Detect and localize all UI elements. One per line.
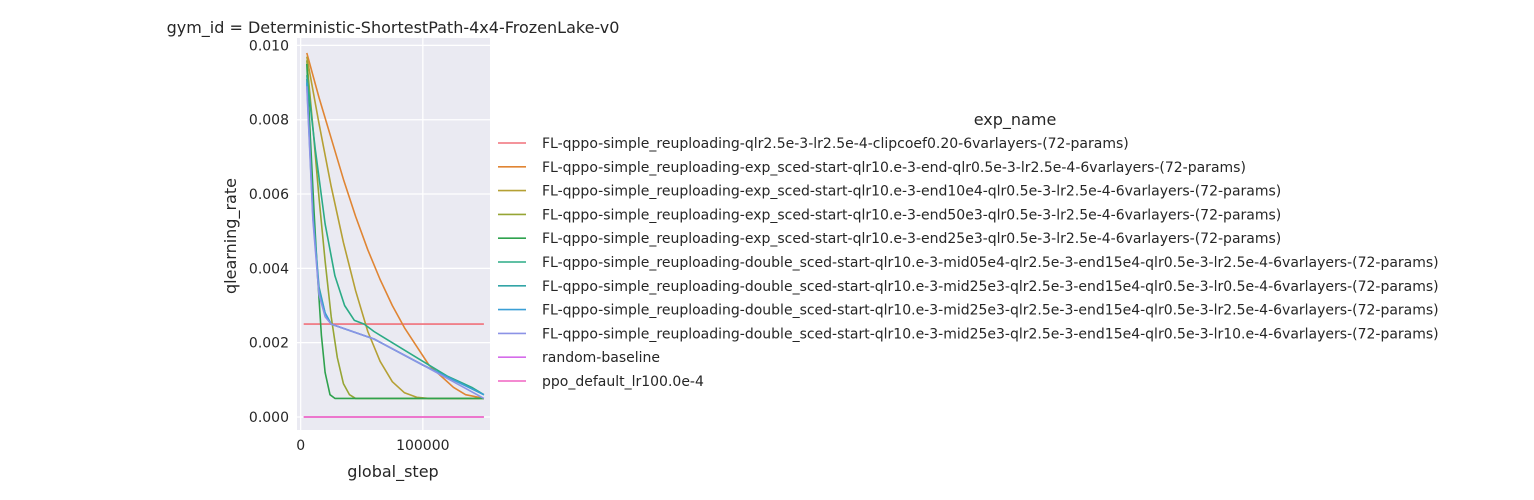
chart-figure: gym_id = Deterministic-ShortestPath-4x4-…	[167, 18, 1439, 482]
x-axis-label: global_step	[347, 462, 438, 482]
legend-label: FL-qppo-simple_reuploading-double_sced-s…	[542, 303, 1439, 319]
y-tick-label: 0.004	[249, 261, 289, 277]
y-tick-label: 0.010	[249, 38, 289, 54]
legend-item: FL-qppo-simple_reuploading-double_sced-s…	[498, 255, 1439, 271]
legend-item: FL-qppo-simple_reuploading-exp_sced-star…	[498, 184, 1281, 200]
legend-label: ppo_default_lr100.0e-4	[542, 374, 704, 390]
y-tick-label: 0.008	[249, 113, 289, 129]
y-tick-label: 0.002	[249, 336, 289, 352]
legend: exp_name FL-qppo-simple_reuploading-qlr2…	[498, 110, 1439, 390]
y-tick-label: 0.000	[249, 410, 289, 426]
y-axis-label: qlearning_rate	[221, 178, 241, 294]
chart-title: gym_id = Deterministic-ShortestPath-4x4-…	[167, 18, 620, 38]
legend-label: FL-qppo-simple_reuploading-qlr2.5e-3-lr2…	[542, 136, 1129, 152]
legend-items: FL-qppo-simple_reuploading-qlr2.5e-3-lr2…	[498, 136, 1439, 390]
legend-label: FL-qppo-simple_reuploading-double_sced-s…	[542, 326, 1439, 342]
legend-label: FL-qppo-simple_reuploading-exp_sced-star…	[542, 184, 1281, 200]
legend-item: FL-qppo-simple_reuploading-exp_sced-star…	[498, 160, 1246, 176]
legend-label: FL-qppo-simple_reuploading-double_sced-s…	[542, 279, 1439, 295]
legend-label: FL-qppo-simple_reuploading-double_sced-s…	[542, 255, 1439, 271]
x-tick-label: 100000	[396, 438, 449, 454]
legend-item: FL-qppo-simple_reuploading-double_sced-s…	[498, 326, 1439, 342]
legend-item: random-baseline	[498, 350, 660, 366]
plot-background	[297, 38, 490, 430]
legend-label: random-baseline	[542, 350, 660, 366]
legend-item: FL-qppo-simple_reuploading-qlr2.5e-3-lr2…	[498, 136, 1129, 152]
legend-label: FL-qppo-simple_reuploading-exp_sced-star…	[542, 231, 1281, 247]
legend-item: FL-qppo-simple_reuploading-exp_sced-star…	[498, 207, 1281, 223]
legend-item: FL-qppo-simple_reuploading-exp_sced-star…	[498, 231, 1281, 247]
y-tick-label: 0.006	[249, 187, 289, 203]
legend-title: exp_name	[974, 110, 1057, 130]
legend-item: ppo_default_lr100.0e-4	[498, 374, 704, 390]
x-tick-labels: 0 100000	[296, 438, 449, 454]
legend-item: FL-qppo-simple_reuploading-double_sced-s…	[498, 303, 1439, 319]
x-tick-label: 0	[296, 438, 305, 454]
legend-label: FL-qppo-simple_reuploading-exp_sced-star…	[542, 160, 1246, 176]
legend-label: FL-qppo-simple_reuploading-exp_sced-star…	[542, 207, 1281, 223]
legend-item: FL-qppo-simple_reuploading-double_sced-s…	[498, 279, 1439, 295]
y-tick-labels: 0.000 0.002 0.004 0.006 0.008 0.010	[249, 38, 289, 426]
